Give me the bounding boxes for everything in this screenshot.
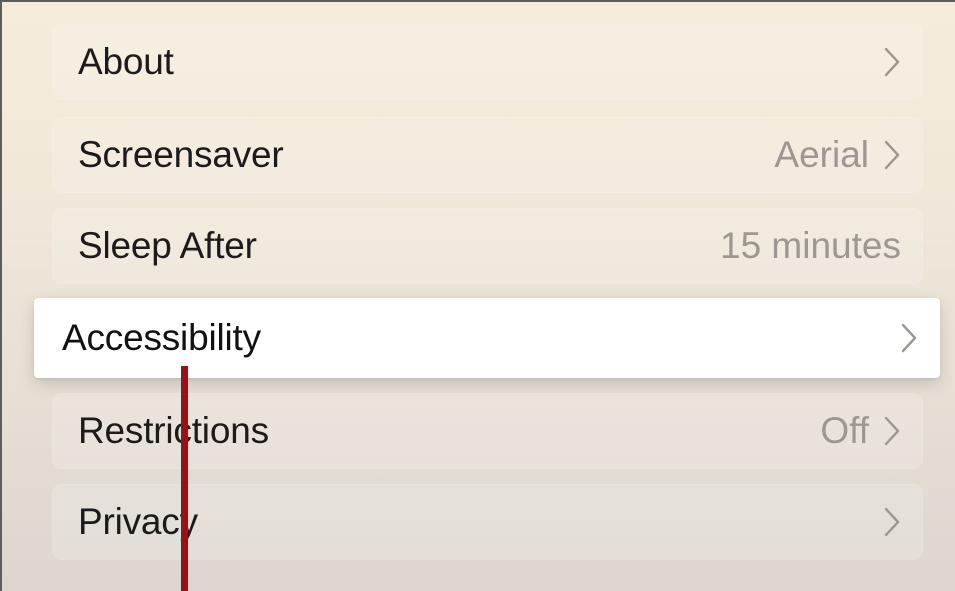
chevron-right-icon: [900, 322, 918, 354]
settings-row-value: Off: [820, 410, 869, 451]
settings-row-label: Restrictions: [78, 410, 269, 451]
chevron-right-icon: [883, 139, 901, 171]
settings-row-sleep-after[interactable]: Sleep After 15 minutes: [52, 208, 923, 284]
settings-row-label: Sleep After: [78, 225, 257, 266]
chevron-right-icon: [883, 506, 901, 538]
settings-row-label: Screensaver: [78, 134, 284, 175]
settings-row-accessibility[interactable]: Accessibility: [34, 298, 940, 378]
settings-row-label: About: [78, 41, 174, 82]
settings-row-right: Aerial: [774, 134, 901, 176]
settings-row-label: Accessibility: [62, 317, 261, 358]
settings-row-about[interactable]: About: [52, 24, 923, 100]
settings-row-right: 15 minutes: [720, 225, 901, 267]
settings-row-value: 15 minutes: [720, 225, 901, 266]
settings-row-right: Off: [820, 410, 901, 452]
chevron-right-icon: [883, 46, 901, 78]
settings-row-screensaver[interactable]: Screensaver Aerial: [52, 117, 923, 193]
settings-row-value: Aerial: [774, 134, 869, 175]
settings-row-right: [900, 322, 918, 354]
chevron-right-icon: [883, 415, 901, 447]
settings-row-right: [883, 506, 901, 538]
settings-row-right: [883, 46, 901, 78]
pointer-annotation-line: [181, 366, 188, 591]
settings-row-label: Privacy: [78, 501, 198, 542]
